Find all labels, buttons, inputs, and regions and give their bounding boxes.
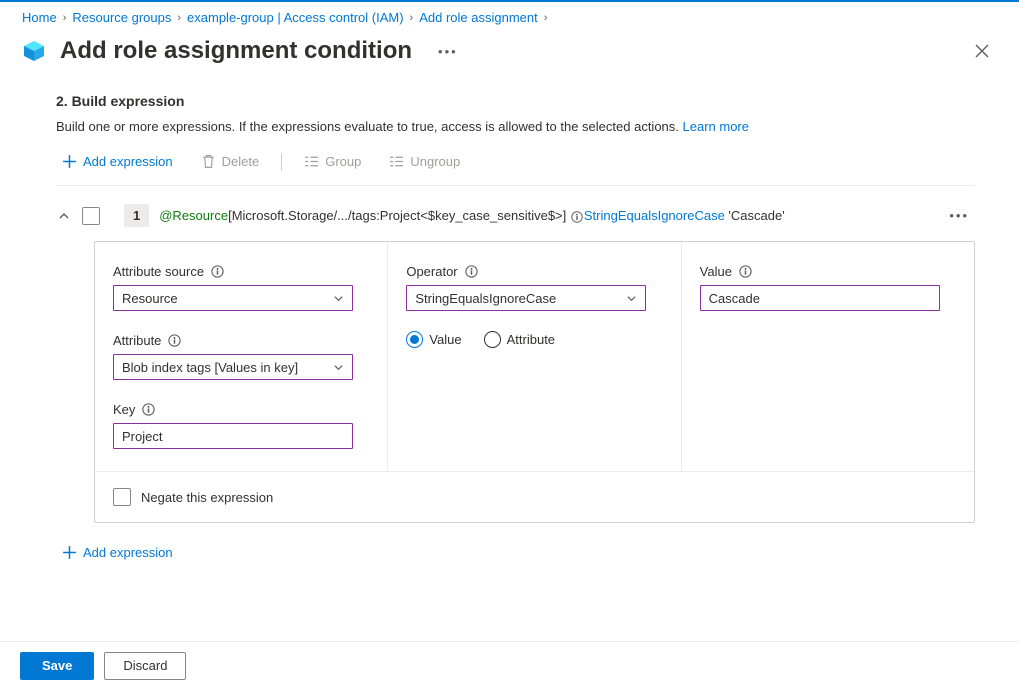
more-icon[interactable]: ••• — [438, 44, 458, 59]
info-icon[interactable] — [211, 265, 224, 278]
breadcrumb-home[interactable]: Home — [22, 10, 57, 25]
toolbar-separator — [281, 153, 282, 171]
breadcrumb-add-role-assignment[interactable]: Add role assignment — [419, 10, 538, 25]
info-icon[interactable] — [739, 265, 752, 278]
divider — [56, 185, 975, 186]
chevron-down-icon — [333, 293, 344, 304]
operand-attribute-radio[interactable]: Attribute — [484, 331, 555, 348]
value-input[interactable]: Cascade — [700, 285, 940, 311]
attribute-select[interactable]: Blob index tags [Values in key] — [113, 354, 353, 380]
editor-col-value: Value Cascade — [681, 242, 974, 471]
main-scroll[interactable]: 2. Build expression Build one or more ex… — [0, 79, 1019, 641]
editor-col-attribute: Attribute source Resource Attribute — [95, 242, 387, 471]
add-expression-label: Add expression — [83, 154, 173, 169]
expression-number-badge: 1 — [124, 204, 149, 227]
section-heading: 2. Build expression — [56, 93, 975, 109]
learn-more-link[interactable]: Learn more — [683, 119, 749, 134]
add-expression-button[interactable]: Add expression — [56, 152, 179, 171]
ungroup-button: Ungroup — [383, 152, 466, 171]
cube-icon — [22, 39, 46, 63]
chevron-right-icon: › — [542, 12, 550, 24]
info-icon[interactable] — [571, 211, 583, 223]
expression-row: 1 @Resource[Microsoft.Storage/.../tags:P… — [56, 198, 975, 241]
section-description: Build one or more expressions. If the ex… — [56, 119, 975, 134]
discard-button[interactable]: Discard — [104, 652, 186, 680]
breadcrumb: Home › Resource groups › example-group |… — [0, 2, 1019, 31]
chevron-right-icon: › — [408, 12, 416, 24]
operand-value-radio[interactable]: Value — [406, 331, 461, 348]
delete-label: Delete — [222, 154, 260, 169]
add-expression-button-bottom[interactable]: Add expression — [56, 543, 975, 562]
chevron-down-icon — [333, 362, 344, 373]
breadcrumb-example-group-iam[interactable]: example-group | Access control (IAM) — [187, 10, 404, 25]
title-row: Add role assignment condition ••• — [0, 31, 1019, 79]
chevron-right-icon: › — [175, 12, 183, 24]
expression-editor: Attribute source Resource Attribute — [94, 241, 975, 523]
close-button[interactable] — [967, 40, 997, 62]
expression-toolbar: Add expression Delete Group — [56, 134, 975, 185]
negate-row: Negate this expression — [95, 471, 974, 522]
group-button: Group — [298, 152, 367, 171]
breadcrumb-resource-groups[interactable]: Resource groups — [72, 10, 171, 25]
editor-col-operator: Operator StringEqualsIgnoreCase — [387, 242, 680, 471]
save-button[interactable]: Save — [20, 652, 94, 680]
plus-icon — [62, 154, 77, 169]
add-expression-bottom-label: Add expression — [83, 545, 173, 560]
footer-bar: Save Discard — [0, 641, 1019, 689]
info-icon[interactable] — [168, 334, 181, 347]
group-icon — [304, 154, 319, 169]
negate-checkbox[interactable] — [113, 488, 131, 506]
collapse-icon[interactable] — [56, 208, 72, 224]
chevron-down-icon — [626, 293, 637, 304]
attribute-source-select[interactable]: Resource — [113, 285, 353, 311]
expression-summary: @Resource[Microsoft.Storage/.../tags:Pro… — [159, 208, 784, 223]
negate-label: Negate this expression — [141, 490, 273, 505]
page-title: Add role assignment condition — [60, 37, 412, 65]
expression-checkbox[interactable] — [82, 207, 100, 225]
delete-button: Delete — [195, 152, 266, 171]
trash-icon — [201, 154, 216, 169]
add-expression-bottom: Add expression — [56, 523, 975, 562]
expression-more-icon[interactable]: ••• — [943, 204, 975, 227]
ungroup-icon — [389, 154, 404, 169]
key-label: Key — [113, 402, 369, 417]
attribute-source-label: Attribute source — [113, 264, 369, 279]
operator-select[interactable]: StringEqualsIgnoreCase — [406, 285, 646, 311]
plus-icon — [62, 545, 77, 560]
operator-label: Operator — [406, 264, 662, 279]
value-label: Value — [700, 264, 956, 279]
attribute-label: Attribute — [113, 333, 369, 348]
group-label: Group — [325, 154, 361, 169]
info-icon[interactable] — [465, 265, 478, 278]
key-input[interactable]: Project — [113, 423, 353, 449]
ungroup-label: Ungroup — [410, 154, 460, 169]
info-icon[interactable] — [142, 403, 155, 416]
operand-type-radiogroup: Value Attribute — [406, 331, 662, 348]
chevron-right-icon: › — [61, 12, 69, 24]
